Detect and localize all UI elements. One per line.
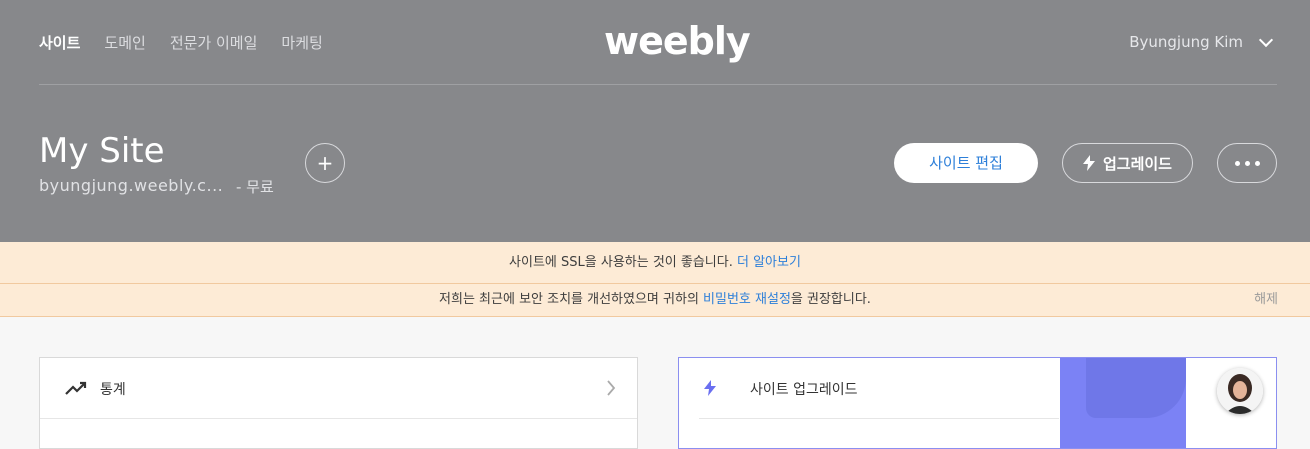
security-banner-text: 저희는 최근에 보안 조치를 개선하였으며 귀하의 (439, 292, 704, 307)
ssl-banner: 사이트에 SSL을 사용하는 것이 좋습니다. 더 알아보기 (0, 242, 1310, 284)
add-site-button[interactable]: + (305, 143, 345, 183)
ssl-banner-text: 사이트에 SSL을 사용하는 것이 좋습니다. (509, 255, 733, 270)
user-name: Byungjung Kim (1129, 33, 1243, 51)
more-options-button[interactable] (1217, 143, 1277, 183)
nav-links: 사이트 도메인 전문가 이메일 마케팅 (39, 32, 323, 53)
ssl-learn-more-link[interactable]: 더 알아보기 (737, 255, 801, 270)
security-banner: 저희는 최근에 보안 조치를 개선하였으며 귀하의 비밀번호 재설정을 권장합니… (0, 284, 1310, 317)
reset-password-link[interactable]: 비밀번호 재설정 (703, 292, 791, 307)
site-title: My Site (39, 131, 165, 171)
site-header: 사이트 도메인 전문가 이메일 마케팅 weebly Byungjung Kim… (0, 0, 1310, 242)
upgrade-card[interactable]: 사이트 업그레이드 (678, 357, 1277, 449)
upgrade-card-title: 사이트 업그레이드 (750, 382, 858, 398)
edit-site-button[interactable]: 사이트 편집 (894, 143, 1038, 183)
trending-up-icon (65, 381, 87, 395)
site-plan: - 무료 (236, 178, 274, 196)
chevron-right-icon (607, 380, 616, 396)
user-menu[interactable]: Byungjung Kim (1129, 32, 1274, 51)
more-dot-icon (1244, 160, 1250, 166)
stats-card[interactable]: 통계 (39, 357, 638, 449)
upgrade-card-header[interactable]: 사이트 업그레이드 (699, 358, 1059, 419)
lightning-icon (1082, 155, 1095, 171)
stats-card-title: 통계 (100, 382, 126, 398)
support-chat-avatar[interactable] (1217, 368, 1263, 414)
lightning-icon (704, 380, 716, 396)
stats-card-header[interactable]: 통계 (40, 358, 637, 419)
nav-item-site[interactable]: 사이트 (39, 32, 80, 53)
upgrade-promo-image (1060, 358, 1186, 448)
nav-item-marketing[interactable]: 마케팅 (281, 32, 322, 53)
person-avatar-icon (1217, 368, 1263, 414)
more-dot-icon (1234, 160, 1240, 166)
nav-item-domain[interactable]: 도메인 (104, 32, 145, 53)
security-banner-text-end: 을 권장합니다. (790, 292, 871, 307)
chevron-down-icon (1258, 32, 1274, 47)
upgrade-button[interactable]: 업그레이드 (1062, 143, 1193, 183)
more-dot-icon (1254, 160, 1260, 166)
top-navigation: 사이트 도메인 전문가 이메일 마케팅 weebly Byungjung Kim (39, 0, 1277, 85)
promo-graphic (1086, 358, 1186, 418)
weebly-logo[interactable]: weebly (604, 16, 751, 66)
nav-item-pro-email[interactable]: 전문가 이메일 (170, 32, 258, 53)
upgrade-button-label: 업그레이드 (1102, 154, 1172, 173)
dismiss-button[interactable]: 해제 (1254, 284, 1278, 316)
site-url[interactable]: byungjung.weebly.c... (39, 176, 223, 195)
